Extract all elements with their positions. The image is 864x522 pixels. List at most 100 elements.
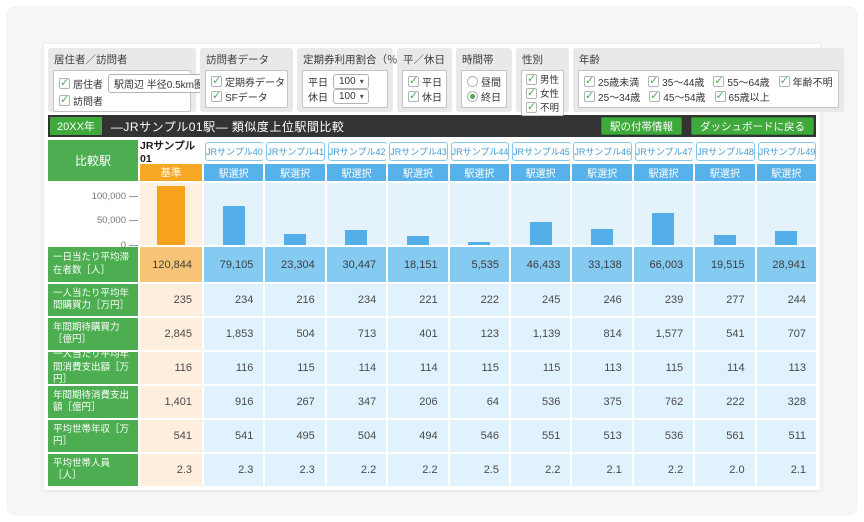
visitor-checkbox[interactable]: 訪問者 bbox=[59, 93, 103, 108]
station-select-button[interactable]: 駅選択 bbox=[572, 164, 631, 181]
data-cell: 33,138 bbox=[572, 247, 631, 282]
daytime-radio[interactable]: 昼間 bbox=[467, 74, 501, 89]
male-checkbox[interactable]: 男性 bbox=[526, 72, 559, 86]
bar bbox=[468, 242, 490, 245]
age-45-54-checkbox[interactable]: 45〜54歳 bbox=[649, 89, 705, 104]
sf-data-checkbox[interactable]: SFデータ bbox=[211, 89, 282, 104]
checkbox-checked-icon bbox=[526, 88, 537, 99]
data-cell-base: 1,401 bbox=[140, 386, 202, 418]
station-chip[interactable]: JRサンプル44 bbox=[451, 142, 509, 161]
station-select-button[interactable]: 駅選択 bbox=[327, 164, 386, 181]
filter-group-pass-ratio: 定期券利用割合（％） 平日 100 ▾ 休日 100 ▾ bbox=[297, 48, 393, 112]
station-chip[interactable]: JRサンプル45 bbox=[512, 142, 570, 161]
data-cell: 114 bbox=[327, 352, 386, 384]
station-chip[interactable]: JRサンプル46 bbox=[573, 142, 631, 161]
data-cell: 246 bbox=[572, 284, 631, 316]
data-cell: 494 bbox=[388, 420, 447, 452]
age-under-25-checkbox[interactable]: 25歳未満 bbox=[584, 74, 639, 89]
chevron-down-icon: ▾ bbox=[360, 92, 364, 101]
y-axis-tick-label: 100,000 bbox=[92, 191, 126, 202]
station-chip[interactable]: JRサンプル47 bbox=[635, 142, 693, 161]
station-chip[interactable]: JRサンプル41 bbox=[266, 142, 324, 161]
base-station-name: JRサンプル01 bbox=[140, 140, 202, 162]
bar bbox=[223, 206, 245, 245]
data-cell: 216 bbox=[265, 284, 324, 316]
station-select-button[interactable]: 駅選択 bbox=[634, 164, 693, 181]
data-cell: 504 bbox=[327, 420, 386, 452]
female-checkbox[interactable]: 女性 bbox=[526, 86, 559, 100]
chevron-down-icon: ▾ bbox=[360, 77, 364, 86]
age-unknown-checkbox[interactable]: 年齢不明 bbox=[779, 74, 833, 89]
age-25-34-checkbox[interactable]: 25〜34歳 bbox=[584, 89, 640, 104]
station-select-button[interactable]: 駅選択 bbox=[204, 164, 263, 181]
resident-checkbox[interactable]: 居住者 bbox=[59, 76, 103, 91]
filter-group-title: 年齢 bbox=[579, 52, 839, 67]
data-cell: 221 bbox=[388, 284, 447, 316]
filter-group-resident-visitor: 居住者／訪問者 居住者 駅周辺 半径0.5km圏 ▾ bbox=[48, 48, 196, 112]
station-select-button[interactable]: 駅選択 bbox=[450, 164, 509, 181]
data-cell: 546 bbox=[450, 420, 509, 452]
comparison-table: 比較駅JRサンプル01JRサンプル40JRサンプル41JRサンプル42JRサンプ… bbox=[48, 140, 816, 486]
holiday-ratio-select[interactable]: 100 ▾ bbox=[333, 89, 369, 104]
bar bbox=[591, 229, 613, 245]
data-cell: 511 bbox=[757, 420, 816, 452]
all-day-radio[interactable]: 終日 bbox=[467, 89, 501, 104]
station-chip-cell: JRサンプル44 bbox=[450, 140, 509, 162]
station-chip[interactable]: JRサンプル40 bbox=[205, 142, 263, 161]
checkbox-label: 55〜64歳 bbox=[727, 74, 769, 89]
chart-column bbox=[388, 183, 447, 245]
year-badge: 20XX年 bbox=[50, 117, 102, 135]
station-select-button[interactable]: 駅選択 bbox=[388, 164, 447, 181]
station-select-button[interactable]: 駅選択 bbox=[511, 164, 570, 181]
station-select-button[interactable]: 駅選択 bbox=[265, 164, 324, 181]
data-cell: 707 bbox=[757, 318, 816, 350]
data-cell: 916 bbox=[204, 386, 263, 418]
title-bar: 20XX年 ―JRサンプル01駅― 類似度上位駅間比較 駅の付帯情報 ダッシュボ… bbox=[48, 115, 816, 137]
chart-y-axis: 050,000100,000 bbox=[48, 183, 138, 245]
filter-group-box: 定期券データ SFデータ bbox=[205, 70, 288, 108]
age-35-44-checkbox[interactable]: 35〜44歳 bbox=[648, 74, 704, 89]
data-cell: 1,853 bbox=[204, 318, 263, 350]
weekday-checkbox[interactable]: 平日 bbox=[408, 74, 441, 89]
pass-data-checkbox[interactable]: 定期券データ bbox=[211, 74, 282, 89]
data-cell: 5,535 bbox=[450, 247, 509, 282]
filter-group-box: 居住者 駅周辺 半径0.5km圏 ▾ 訪問者 bbox=[53, 70, 191, 112]
data-cell: 115 bbox=[450, 352, 509, 384]
station-info-button[interactable]: 駅の付帯情報 bbox=[601, 117, 682, 135]
tick-line bbox=[129, 245, 138, 246]
age-55-64-checkbox[interactable]: 55〜64歳 bbox=[713, 74, 769, 89]
station-select-button[interactable]: 駅選択 bbox=[757, 164, 816, 181]
station-chip-cell: JRサンプル42 bbox=[327, 140, 386, 162]
holiday-checkbox[interactable]: 休日 bbox=[408, 89, 441, 104]
weekday-ratio-select[interactable]: 100 ▾ bbox=[333, 74, 369, 89]
age-65-over-checkbox[interactable]: 65歳以上 bbox=[715, 89, 770, 104]
station-chip[interactable]: JRサンプル49 bbox=[758, 142, 816, 161]
base-station-tag: 基準 bbox=[140, 164, 202, 181]
bar bbox=[157, 186, 185, 245]
data-cell: 222 bbox=[695, 386, 754, 418]
chart-column bbox=[140, 183, 202, 245]
data-cell-base: 116 bbox=[140, 352, 202, 384]
data-cell: 1,577 bbox=[634, 318, 693, 350]
station-chip-cell: JRサンプル47 bbox=[634, 140, 693, 162]
chart-column bbox=[327, 183, 386, 245]
station-chip[interactable]: JRサンプル43 bbox=[389, 142, 447, 161]
station-chip-cell: JRサンプル49 bbox=[757, 140, 816, 162]
data-cell-base: 2,845 bbox=[140, 318, 202, 350]
gender-unknown-checkbox[interactable]: 不明 bbox=[526, 100, 559, 114]
data-cell: 2.3 bbox=[265, 454, 324, 486]
holiday-ratio-label: 休日 bbox=[308, 89, 328, 104]
chart-column bbox=[450, 183, 509, 245]
data-cell: 541 bbox=[204, 420, 263, 452]
station-chip[interactable]: JRサンプル42 bbox=[328, 142, 386, 161]
chart-column bbox=[265, 183, 324, 245]
station-chip[interactable]: JRサンプル48 bbox=[696, 142, 754, 161]
data-cell: 234 bbox=[204, 284, 263, 316]
checkbox-checked-icon bbox=[649, 91, 660, 102]
back-to-dashboard-button[interactable]: ダッシュボードに戻る bbox=[691, 117, 814, 135]
data-cell: 513 bbox=[572, 420, 631, 452]
data-cell: 114 bbox=[695, 352, 754, 384]
chart-column bbox=[511, 183, 570, 245]
station-select-button[interactable]: 駅選択 bbox=[695, 164, 754, 181]
select-value: 100 bbox=[339, 91, 356, 102]
